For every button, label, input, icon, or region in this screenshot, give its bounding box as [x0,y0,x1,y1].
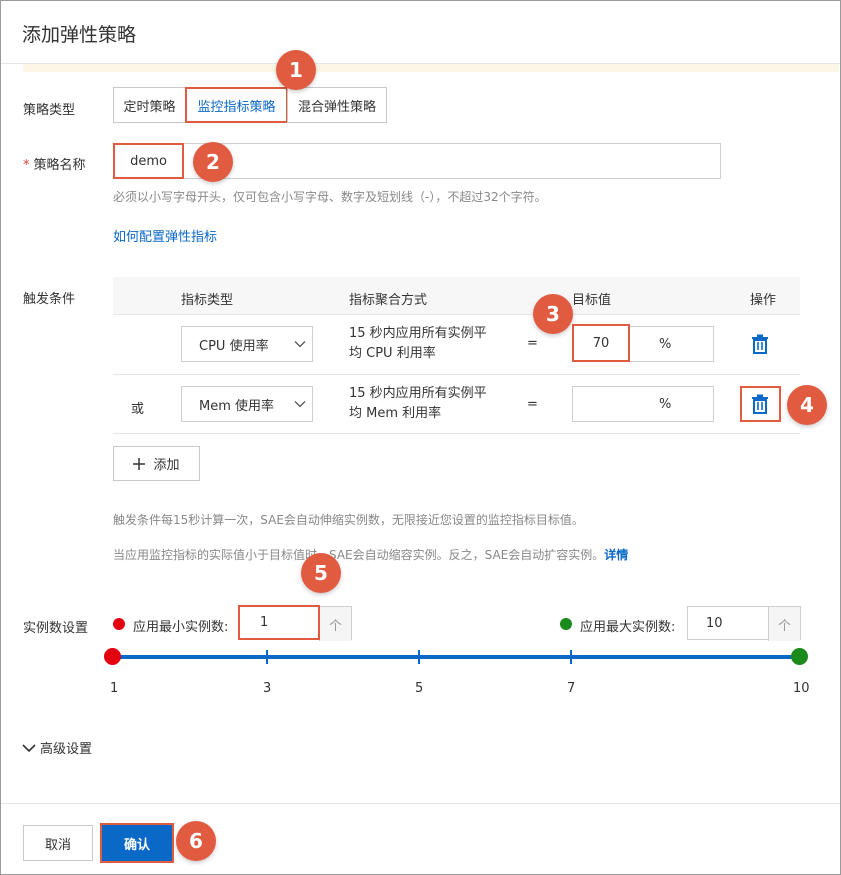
slider-tick [418,650,420,664]
min-instances-label: 应用最小实例数: [133,620,229,635]
target-unit: % [659,337,672,352]
min-slider-handle[interactable] [104,648,121,665]
add-condition-label: 添加 [153,458,180,473]
segment-metric-policy[interactable]: 监控指标策略 [185,87,288,123]
trigger-note-2: 当应用监控指标的实际值小于目标值时，SAE会自动缩容实例。反之，SAE会自动扩容… [113,546,628,563]
col-actions: 操作 [750,293,777,308]
aggregation-line: 15 秒内应用所有实例平 [349,326,487,341]
instances-label: 实例数设置 [23,621,89,636]
aggregation-line: 均 CPU 利用率 [349,346,436,361]
max-increment-button[interactable]: 个 [768,607,800,641]
chevron-down-icon [294,341,306,348]
segment-scheduled-policy[interactable]: 定时策略 [113,87,186,123]
step-badge-5: 5 [301,553,341,593]
slider-tick [570,650,572,664]
target-unit: % [659,397,672,412]
col-target-value: 目标值 [572,293,612,308]
metric-select-value: CPU 使用率 [199,338,269,354]
trigger-label: 触发条件 [23,292,76,307]
min-increment-button[interactable]: 个 [319,607,351,641]
how-to-configure-link[interactable]: 如何配置弹性指标 [113,226,217,245]
advanced-settings-label: 高级设置 [40,742,93,757]
advanced-settings-toggle[interactable]: 高级设置 [22,738,92,757]
required-mark: * [23,158,30,173]
notice-bar [23,64,839,72]
footer-divider [1,803,840,804]
row-divider [113,374,800,375]
policy-type-label: 策略类型 [23,103,76,118]
aggregation-line: 均 Mem 利用率 [349,406,442,421]
min-instances-dot [113,618,125,630]
aggregation-line: 15 秒内应用所有实例平 [349,386,487,401]
dialog-frame [0,0,841,875]
metric-select-cpu[interactable]: CPU 使用率 [181,326,313,362]
scale-label: 5 [415,681,424,696]
max-slider-handle[interactable] [791,648,808,665]
col-aggregation: 指标聚合方式 [349,293,428,308]
segment-mixed-policy[interactable]: 混合弹性策略 [287,87,387,123]
step-badge-6: 6 [176,821,216,861]
policy-name-hint: 必须以小写字母开头，仅可包含小写字母、数字及短划线（-），不超过32个字符。 [113,190,547,204]
aggregation-text-cpu: 15 秒内应用所有实例平 均 CPU 利用率 [349,324,487,364]
metric-select-mem[interactable]: Mem 使用率 [181,386,313,422]
cancel-button[interactable]: 取消 [23,825,93,861]
trash-icon[interactable] [751,394,769,414]
scale-label: 10 [793,681,810,696]
step-badge-4: 4 [787,385,827,425]
aggregation-text-mem: 15 秒内应用所有实例平 均 Mem 利用率 [349,384,487,424]
metric-select-value: Mem 使用率 [199,398,275,414]
target-value-input-cpu[interactable]: 70 [572,324,630,362]
row-divider [113,314,800,315]
instances-slider-track[interactable] [113,655,801,659]
add-condition-button[interactable]: 添加 [113,446,200,481]
trash-icon[interactable] [751,334,769,354]
max-instances-value: 10 [706,615,723,631]
trigger-note-1: 触发条件每15秒计算一次，SAE会自动伸缩实例数，无限接近您设置的监控指标目标值… [113,513,584,527]
plus-icon [133,457,146,470]
scale-label: 3 [263,681,272,696]
step-badge-2: 2 [193,142,233,182]
col-metric-type: 指标类型 [181,293,234,308]
confirm-button[interactable]: 确认 [100,823,174,863]
or-label: 或 [131,402,145,417]
scale-label: 7 [567,681,576,696]
step-badge-3: 3 [533,294,573,334]
equals-sign: = [527,336,538,351]
slider-tick [266,650,268,664]
policy-name-label-text: 策略名称 [33,158,86,173]
max-instances-dot [560,618,572,630]
row-divider [113,433,800,434]
max-instances-label: 应用最大实例数: [580,620,676,635]
policy-name-label: * 策略名称 [23,154,86,173]
dialog-title: 添加弹性策略 [22,24,137,46]
max-instances-input[interactable]: 10 个 [687,606,801,641]
policy-name-input[interactable]: demo [113,143,184,179]
scale-label: 1 [110,681,119,696]
min-instances-input[interactable]: 1 [238,605,320,640]
chevron-down-icon [22,743,36,752]
trigger-note-2-text: 当应用监控指标的实际值小于目标值时，SAE会自动缩容实例。反之，SAE会自动扩容… [113,548,605,562]
chevron-down-icon [294,401,306,408]
equals-sign: = [527,397,538,412]
details-link[interactable]: 详情 [604,548,628,562]
step-badge-1: 1 [276,50,316,90]
target-value-input-mem[interactable] [572,386,714,422]
